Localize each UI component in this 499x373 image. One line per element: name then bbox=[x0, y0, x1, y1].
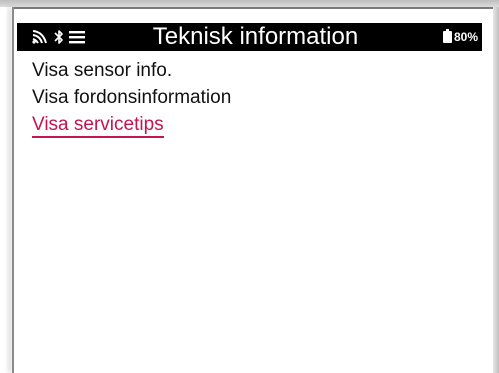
device-frame: Teknisk information 80% Visa sensor info… bbox=[0, 0, 499, 373]
menu-list: Visa sensor info. Visa fordonsinformatio… bbox=[32, 57, 472, 138]
menu-item-vehicle-info[interactable]: Visa fordonsinformation bbox=[32, 84, 472, 111]
menu-item-label: Visa servicetips bbox=[32, 114, 164, 138]
menu-item-service-tips[interactable]: Visa servicetips bbox=[32, 111, 472, 138]
menu-item-sensor-info[interactable]: Visa sensor info. bbox=[32, 57, 472, 84]
menu-item-label: Visa fordonsinformation bbox=[32, 87, 232, 108]
window-top-strip bbox=[0, 0, 499, 7]
battery-icon bbox=[442, 28, 452, 46]
battery-indicator: 80% bbox=[442, 23, 478, 51]
menu-item-label: Visa sensor info. bbox=[32, 60, 173, 81]
page-title: Teknisk information bbox=[152, 23, 359, 50]
screen-right-edge bbox=[493, 7, 499, 373]
battery-percent: 80% bbox=[453, 30, 478, 44]
header-bar: Teknisk information 80% bbox=[17, 23, 482, 51]
